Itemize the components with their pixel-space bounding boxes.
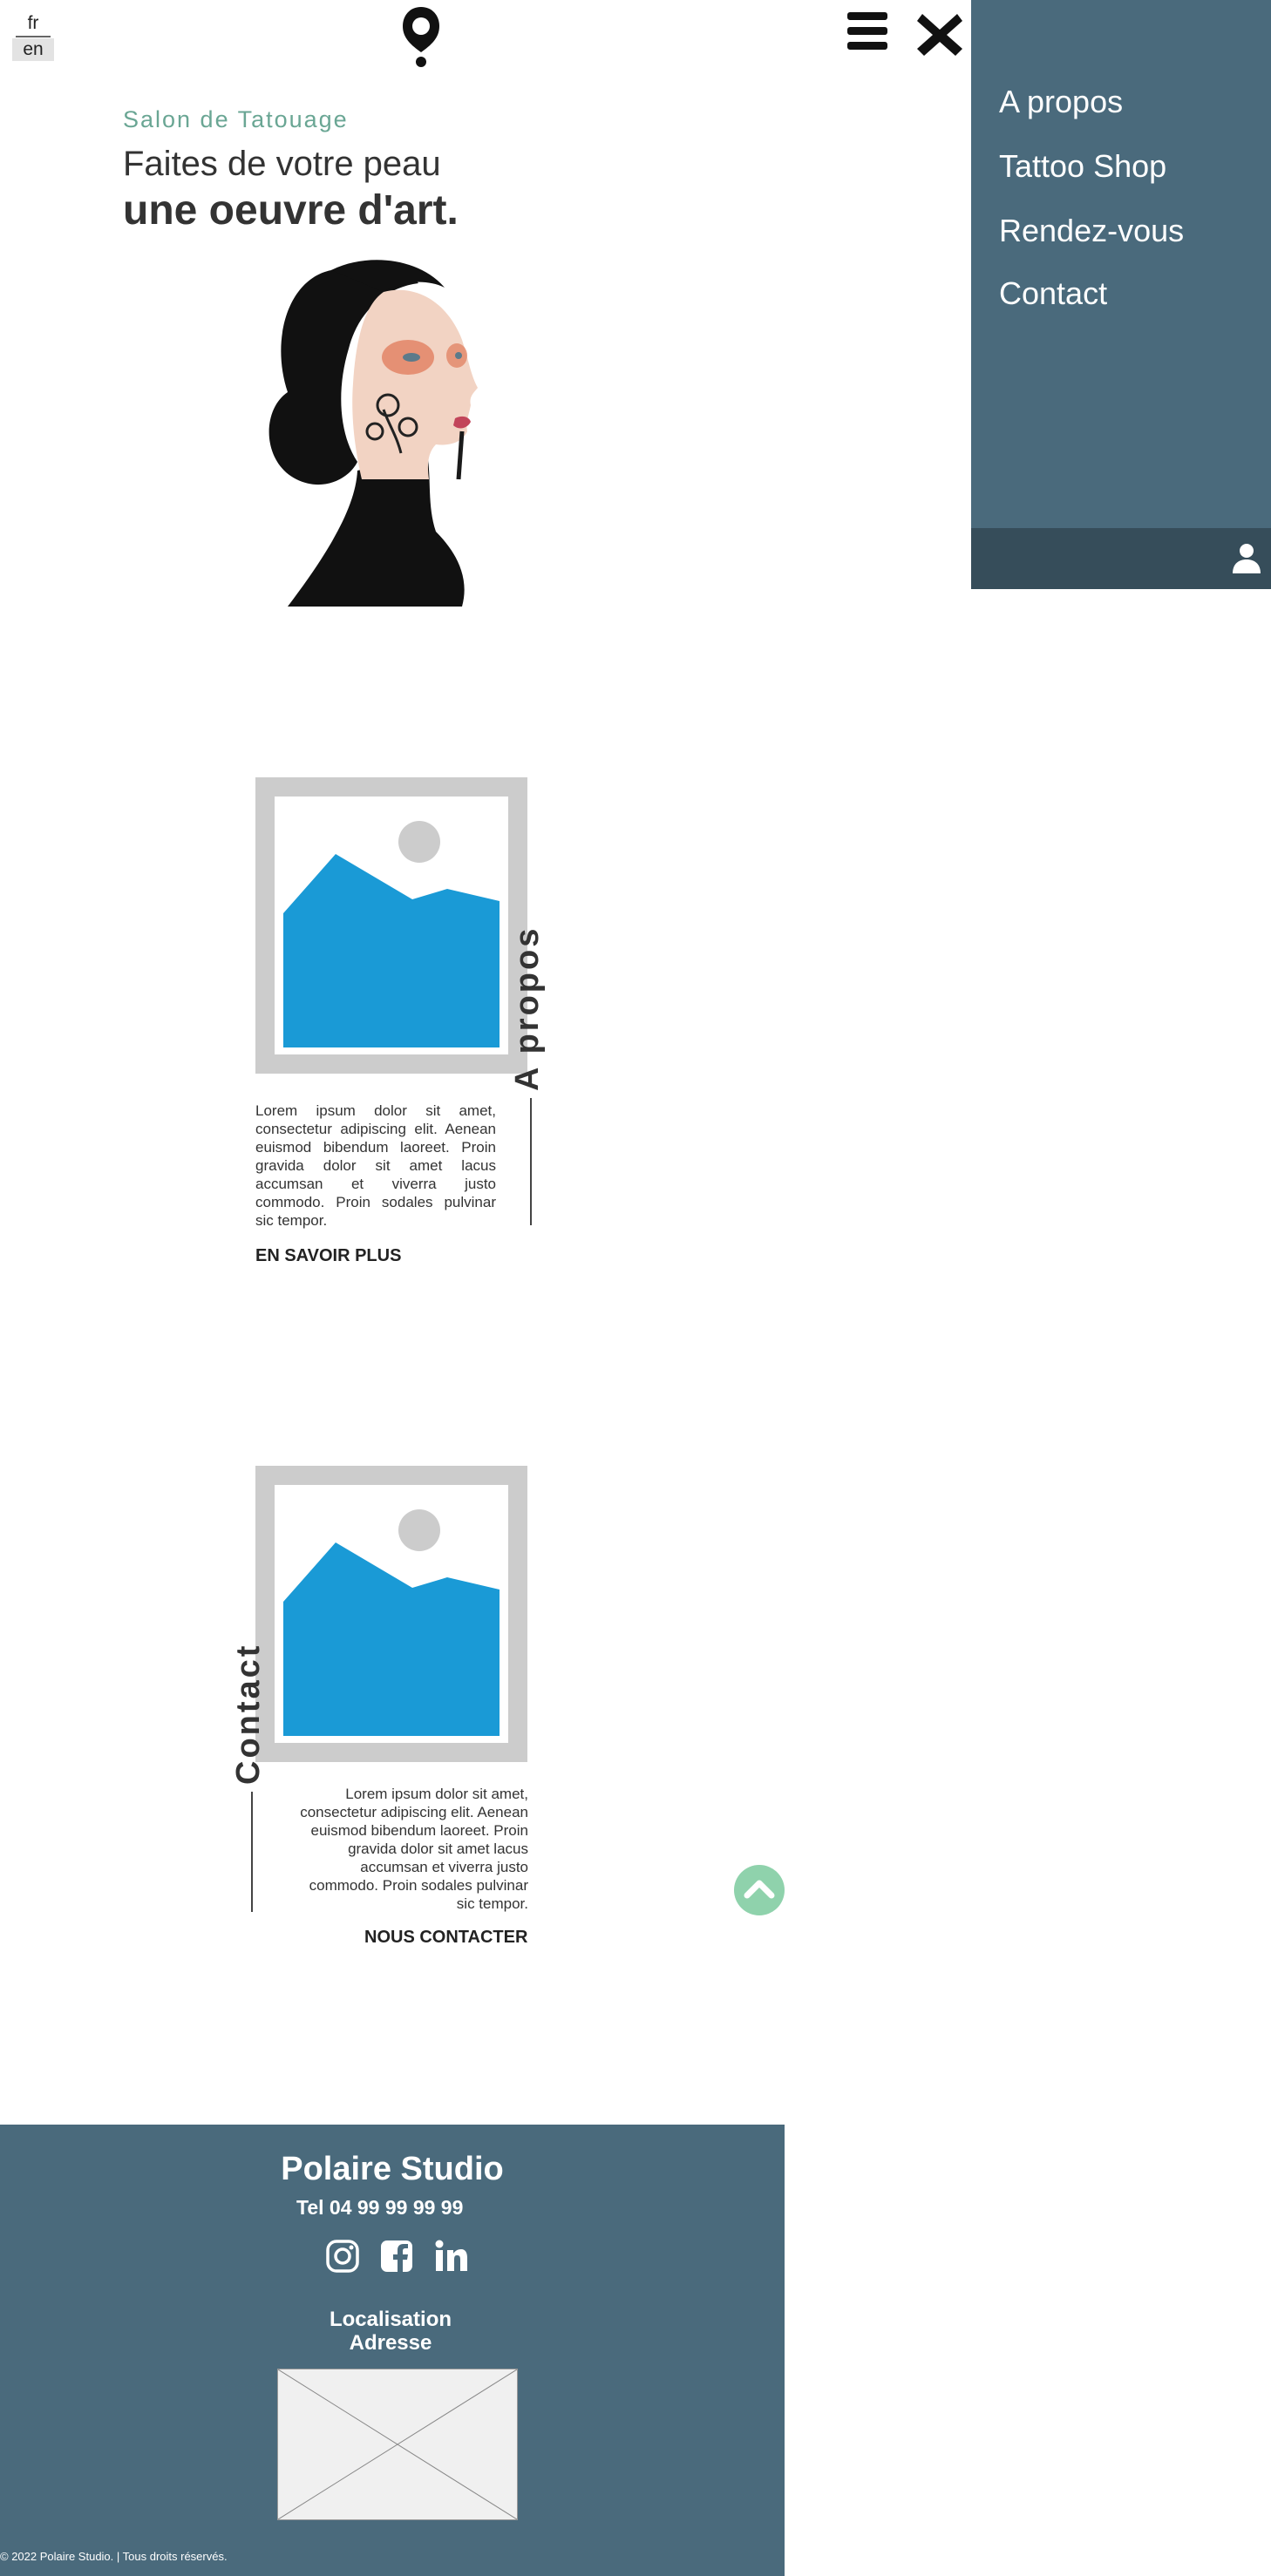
about-learn-more-link[interactable]: EN SAVOIR PLUS bbox=[255, 1246, 401, 1266]
image-placeholder-icon bbox=[283, 821, 500, 1047]
linkedin-icon[interactable] bbox=[432, 2238, 469, 2274]
logo[interactable] bbox=[399, 5, 443, 68]
chevron-up-icon bbox=[744, 1880, 775, 1899]
back-to-top-button[interactable] bbox=[734, 1865, 785, 1915]
contact-us-link[interactable]: NOUS CONTACTER bbox=[364, 1928, 527, 1948]
contact-divider bbox=[251, 1792, 253, 1912]
tattoo-portrait-image bbox=[268, 260, 478, 607]
user-icon[interactable] bbox=[1229, 540, 1264, 575]
side-menu-footer bbox=[971, 528, 1271, 589]
map-placeholder[interactable] bbox=[277, 2369, 518, 2520]
hamburger-menu-icon[interactable] bbox=[846, 9, 889, 54]
facebook-icon[interactable] bbox=[378, 2238, 415, 2274]
footer: Polaire Studio Tel 04 99 99 99 99 Locali… bbox=[0, 2125, 785, 2576]
about-text: Lorem ipsum dolor sit amet, consectetur … bbox=[255, 1102, 496, 1229]
map-placeholder-cross bbox=[277, 2369, 518, 2520]
contact-image-placeholder bbox=[255, 1466, 527, 1762]
contact-text: Lorem ipsum dolor sit amet, consectetur … bbox=[300, 1786, 528, 1912]
copyright-text: © 2022 Polaire Studio. | Tous droits rés… bbox=[0, 2550, 228, 2563]
lang-divider bbox=[16, 36, 51, 37]
footer-address: Adresse bbox=[349, 2331, 432, 2355]
footer-location-label: Localisation bbox=[329, 2308, 452, 2331]
about-image-placeholder bbox=[255, 777, 527, 1074]
footer-title: Polaire Studio bbox=[281, 2151, 504, 2187]
hero-headline-line2: une oeuvre d'art. bbox=[123, 187, 459, 234]
hero-subtitle: Salon de Tatouage bbox=[123, 106, 349, 132]
close-icon[interactable] bbox=[915, 9, 964, 59]
menu-item-a-propos[interactable]: A propos bbox=[999, 84, 1123, 120]
side-menu-panel: A propos Tattoo Shop Rendez-vous Contact bbox=[971, 0, 1271, 528]
instagram-icon[interactable] bbox=[324, 2238, 361, 2274]
lang-fr-link[interactable]: fr bbox=[12, 12, 54, 35]
footer-location: Localisation Adresse bbox=[303, 2308, 478, 2355]
about-divider bbox=[530, 1098, 532, 1225]
menu-item-rendez-vous[interactable]: Rendez-vous bbox=[999, 213, 1184, 249]
footer-phone: Tel 04 99 99 99 99 bbox=[296, 2196, 464, 2219]
hero-headline-line1: Faites de votre peau bbox=[123, 145, 441, 183]
contact-section-title: Contact bbox=[230, 1643, 267, 1785]
about-section-title: A propos bbox=[509, 925, 546, 1091]
menu-item-contact[interactable]: Contact bbox=[999, 275, 1107, 312]
image-placeholder-icon bbox=[283, 1509, 500, 1736]
lang-en-link[interactable]: en bbox=[12, 38, 54, 61]
menu-item-tattoo-shop[interactable]: Tattoo Shop bbox=[999, 148, 1166, 185]
language-switch: fr en bbox=[12, 12, 54, 61]
